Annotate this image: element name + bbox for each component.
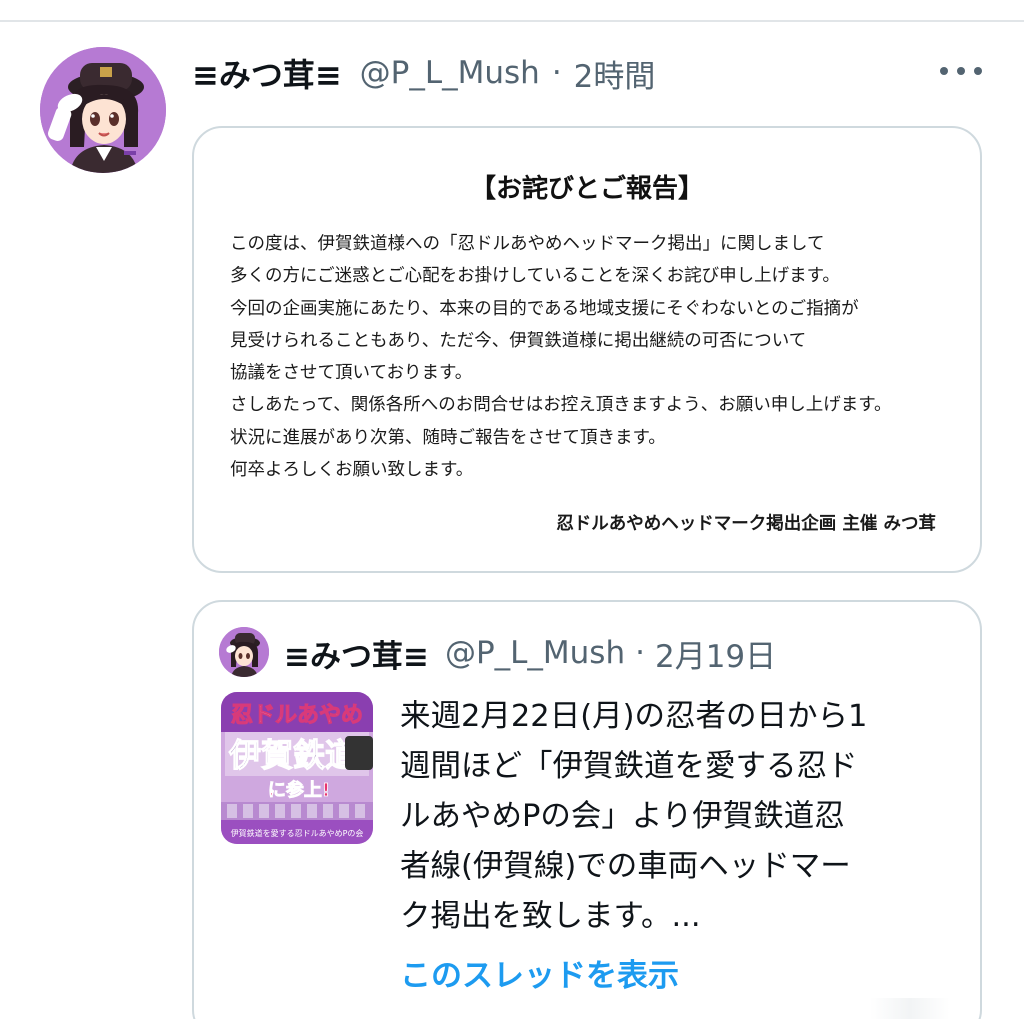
notice-body: この度は、伊賀鉄道様への「忍ドルあやめヘッドマーク掲出」に関しまして 多くの方に… bbox=[230, 228, 950, 486]
scroll-shadow bbox=[870, 998, 950, 1019]
show-thread-link[interactable]: このスレッドを表示 bbox=[400, 950, 679, 995]
thumbnail-line1: 忍ドルあやめ bbox=[231, 703, 363, 728]
quoted-text-line: ク掲出を致します。... bbox=[400, 899, 701, 934]
quoted-tweet-text: 来週2月22日(月)の忍者の日から1 週間ほど「伊賀鉄道を愛する忍ド ルあやめP… bbox=[400, 692, 960, 942]
quoted-avatar-illustration bbox=[219, 627, 269, 677]
notice-line: 状況に進展があり次第、随時ご報告をさせて頂きます。 bbox=[230, 427, 666, 448]
user-avatar[interactable] bbox=[40, 47, 166, 173]
more-horizontal-icon[interactable] bbox=[940, 58, 982, 84]
quoted-user-avatar[interactable] bbox=[219, 627, 269, 677]
quoted-text-line: 者線(伊賀線)での車両ヘッドマー bbox=[400, 849, 851, 884]
separator-dot: · bbox=[551, 55, 562, 91]
quoted-tweet-header: ≡みつ茸≡ @P_L_Mush · 2月19日 bbox=[284, 630, 776, 676]
more-dot bbox=[957, 67, 965, 75]
top-divider bbox=[0, 20, 1024, 22]
notice-line: 今回の企画実施にあたり、本来の目的である地域支援にそぐわないとのご指摘が bbox=[230, 298, 859, 319]
notice-line: 何卒よろしくお願い致します。 bbox=[230, 460, 474, 481]
quoted-text-line: 週間ほど「伊賀鉄道を愛する忍ド bbox=[400, 749, 858, 784]
quoted-tweet-thumbnail[interactable]: 忍ドルあやめ 伊賀鉄道 に参上! 伊賀鉄道を愛する忍ドルあやめPの会 bbox=[221, 692, 373, 844]
thumbnail-line3: に参上! bbox=[268, 779, 330, 801]
notice-line: 見受けられることもあり、ただ今、伊賀鉄道様に掲出継続の可否について bbox=[230, 330, 807, 351]
thumbnail-line2: 伊賀鉄道 bbox=[228, 736, 357, 774]
notice-line: 多くの方にご迷惑とご心配をお掛けしていることを深くお詫び申し上げます。 bbox=[230, 266, 840, 287]
notice-signature: 忍ドルあやめヘッドマーク掲出企画 主催 みつ茸 bbox=[556, 514, 936, 534]
tweet-header: ≡みつ茸≡ @P_L_Mush · 2時間 bbox=[192, 50, 655, 96]
quoted-text-line: 来週2月22日(月)の忍者の日から1 bbox=[400, 699, 868, 734]
avatar-illustration bbox=[40, 47, 166, 173]
quoted-user-handle[interactable]: @P_L_Mush bbox=[445, 635, 625, 671]
quoted-tweet-timestamp[interactable]: 2月19日 bbox=[655, 631, 776, 676]
notice-line: この度は、伊賀鉄道様への「忍ドルあやめヘッドマーク掲出」に関しまして bbox=[230, 234, 825, 254]
display-name[interactable]: ≡みつ茸≡ bbox=[192, 50, 342, 96]
thumbnail-poster: 忍ドルあやめ 伊賀鉄道 に参上! 伊賀鉄道を愛する忍ドルあやめPの会 bbox=[221, 692, 373, 844]
quoted-display-name[interactable]: ≡みつ茸≡ bbox=[284, 631, 429, 676]
separator-dot: · bbox=[635, 635, 645, 671]
notice-title: 【お詫びとご報告】 bbox=[469, 174, 704, 204]
more-dot bbox=[974, 67, 982, 75]
attached-image-notice[interactable]: 【お詫びとご報告】 この度は、伊賀鉄道様への「忍ドルあやめヘッドマーク掲出」に関… bbox=[192, 126, 982, 573]
quoted-tweet[interactable]: ≡みつ茸≡ @P_L_Mush · 2月19日 忍ドルあやめ 伊賀鉄道 に参上!… bbox=[192, 600, 982, 1019]
more-dot bbox=[940, 67, 948, 75]
thumbnail-caption: 伊賀鉄道を愛する忍ドルあやめPの会 bbox=[231, 828, 364, 838]
notice-line: さしあたって、関係各所へのお問合せはお控え頂きますよう、お願い申し上げます。 bbox=[230, 395, 892, 416]
tweet-timestamp[interactable]: 2時間 bbox=[574, 51, 656, 96]
user-handle[interactable]: @P_L_Mush bbox=[360, 55, 540, 91]
notice-line: 協議をさせて頂いております。 bbox=[230, 363, 473, 384]
quoted-text-line: ルあやめPの会」より伊賀鉄道忍 bbox=[400, 799, 845, 834]
